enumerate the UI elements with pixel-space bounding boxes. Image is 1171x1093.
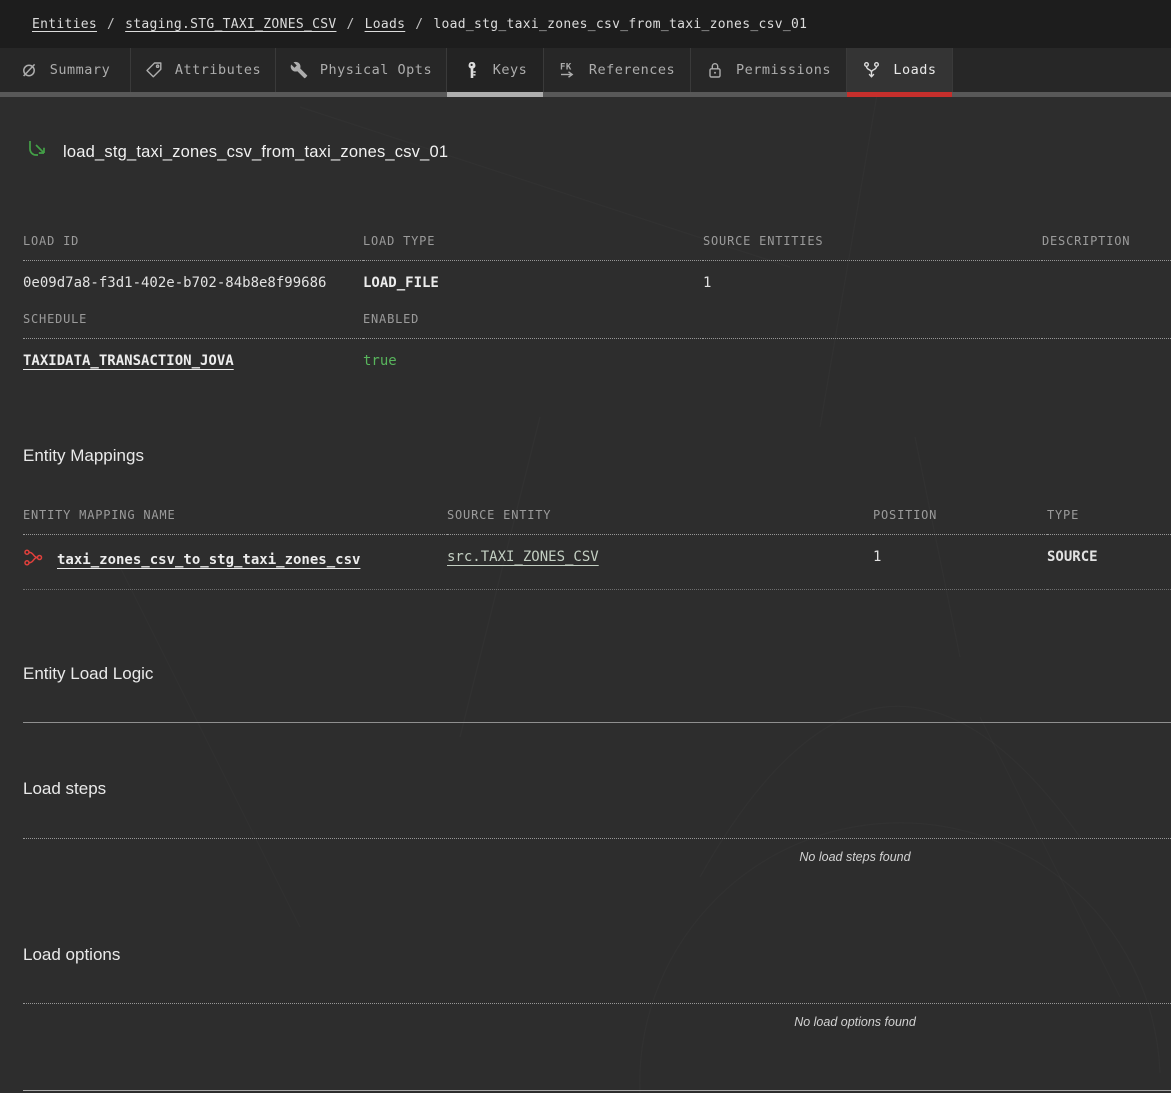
section-title-entity-mappings: Entity Mappings: [23, 446, 1171, 466]
tab-permissions[interactable]: Permissions: [691, 48, 847, 92]
load-title-row: load_stg_taxi_zones_csv_from_taxi_zones_…: [23, 137, 1171, 167]
tab-label: Attributes: [175, 62, 261, 78]
entity-mappings-table: ENTITY MAPPING NAME SOURCE ENTITY POSITI…: [23, 508, 1171, 590]
empty-cell: [703, 339, 1042, 370]
load-info-table: LOAD ID LOAD TYPE SOURCE ENTITIES DESCRI…: [23, 234, 1171, 292]
tab-references[interactable]: FK References: [544, 48, 691, 92]
empty-cell: [1042, 339, 1171, 370]
tab-label: Loads: [893, 62, 936, 78]
column-header-load-id: LOAD ID: [23, 234, 363, 261]
breadcrumb-link-entities[interactable]: Entities: [32, 17, 97, 32]
tab-label: Summary: [50, 62, 110, 78]
tab-scrollbar-track[interactable]: [0, 92, 1171, 97]
breadcrumb-separator: /: [415, 17, 423, 32]
column-header-source-entity: SOURCE ENTITY: [447, 508, 873, 535]
tab-label: Permissions: [736, 62, 831, 78]
summary-icon: [20, 61, 38, 79]
tab-label: References: [589, 62, 675, 78]
column-header-type: TYPE: [1047, 508, 1171, 535]
section-title-load-options: Load options: [23, 945, 1171, 965]
enabled-value: true: [363, 339, 703, 370]
permissions-icon: [706, 61, 724, 79]
tab-physical-opts[interactable]: Physical Opts: [276, 48, 447, 92]
divider: [23, 1090, 1171, 1091]
tab-bar: Summary Attributes Physical Opts Ke: [0, 48, 1171, 97]
tab-keys[interactable]: Keys: [447, 48, 544, 92]
breadcrumb-current: load_stg_taxi_zones_csv_from_taxi_zones_…: [433, 17, 807, 32]
schedule-link[interactable]: TAXIDATA_TRANSACTION_JOVA: [23, 353, 234, 369]
section-title-entity-load-logic: Entity Load Logic: [23, 664, 1171, 684]
table-row-position: 1: [873, 535, 1047, 590]
load-steps-empty-message: No load steps found: [540, 850, 1170, 866]
divider: [23, 838, 1171, 839]
svg-text:FK: FK: [560, 63, 572, 73]
column-header-schedule: SCHEDULE: [23, 312, 363, 339]
physical-opts-icon: [290, 61, 308, 79]
divider: [23, 722, 1171, 723]
section-title-load-steps: Load steps: [23, 779, 1171, 799]
column-header-empty: [1042, 312, 1171, 339]
entity-mapping-name-link[interactable]: taxi_zones_csv_to_stg_taxi_zones_csv: [57, 551, 360, 569]
column-header-load-type: LOAD TYPE: [363, 234, 703, 261]
keys-icon: [463, 61, 481, 79]
load-arrow-icon: [23, 137, 50, 168]
divider: [23, 1003, 1171, 1004]
column-header-position: POSITION: [873, 508, 1047, 535]
table-row-type: SOURCE: [1047, 535, 1171, 590]
description-value: [1042, 261, 1171, 292]
breadcrumb: Entities / staging.STG_TAXI_ZONES_CSV / …: [0, 0, 1171, 48]
table-row-mapping-name: taxi_zones_csv_to_stg_taxi_zones_csv: [23, 535, 447, 590]
load-detail-panel: load_stg_taxi_zones_csv_from_taxi_zones_…: [0, 97, 1171, 1093]
loads-icon: [862, 61, 881, 80]
breadcrumb-separator: /: [107, 17, 115, 32]
load-type-value: LOAD_FILE: [363, 261, 703, 292]
column-header-description: DESCRIPTION: [1042, 234, 1171, 261]
attributes-icon: [145, 61, 163, 79]
tab-summary[interactable]: Summary: [0, 48, 131, 92]
source-entities-value: 1: [703, 261, 1042, 292]
table-row-source-entity: src.TAXI_ZONES_CSV: [447, 535, 873, 590]
load-options-empty-message: No load options found: [540, 1015, 1170, 1031]
references-icon: FK: [559, 61, 577, 79]
column-header-entity-mapping-name: ENTITY MAPPING NAME: [23, 508, 447, 535]
breadcrumb-separator: /: [346, 17, 354, 32]
tab-loads[interactable]: Loads: [847, 48, 953, 92]
schedule-info-table: SCHEDULE ENABLED TAXIDATA_TRANSACTION_JO…: [23, 312, 1171, 370]
tab-label: Keys: [493, 62, 528, 78]
column-header-source-entities: SOURCE ENTITIES: [703, 234, 1042, 261]
column-header-empty: [703, 312, 1042, 339]
load-id-value: 0e09d7a8-f3d1-402e-b702-84b8e8f99686: [23, 261, 363, 292]
source-entity-link[interactable]: src.TAXI_ZONES_CSV: [447, 549, 599, 565]
column-header-enabled: ENABLED: [363, 312, 703, 339]
page-title: load_stg_taxi_zones_csv_from_taxi_zones_…: [63, 143, 448, 162]
tab-attributes[interactable]: Attributes: [131, 48, 276, 92]
tab-label: Physical Opts: [320, 62, 432, 78]
breadcrumb-link-loads[interactable]: Loads: [365, 17, 406, 32]
breadcrumb-link-entity[interactable]: staging.STG_TAXI_ZONES_CSV: [125, 17, 336, 32]
entity-mapping-icon: [23, 548, 44, 572]
